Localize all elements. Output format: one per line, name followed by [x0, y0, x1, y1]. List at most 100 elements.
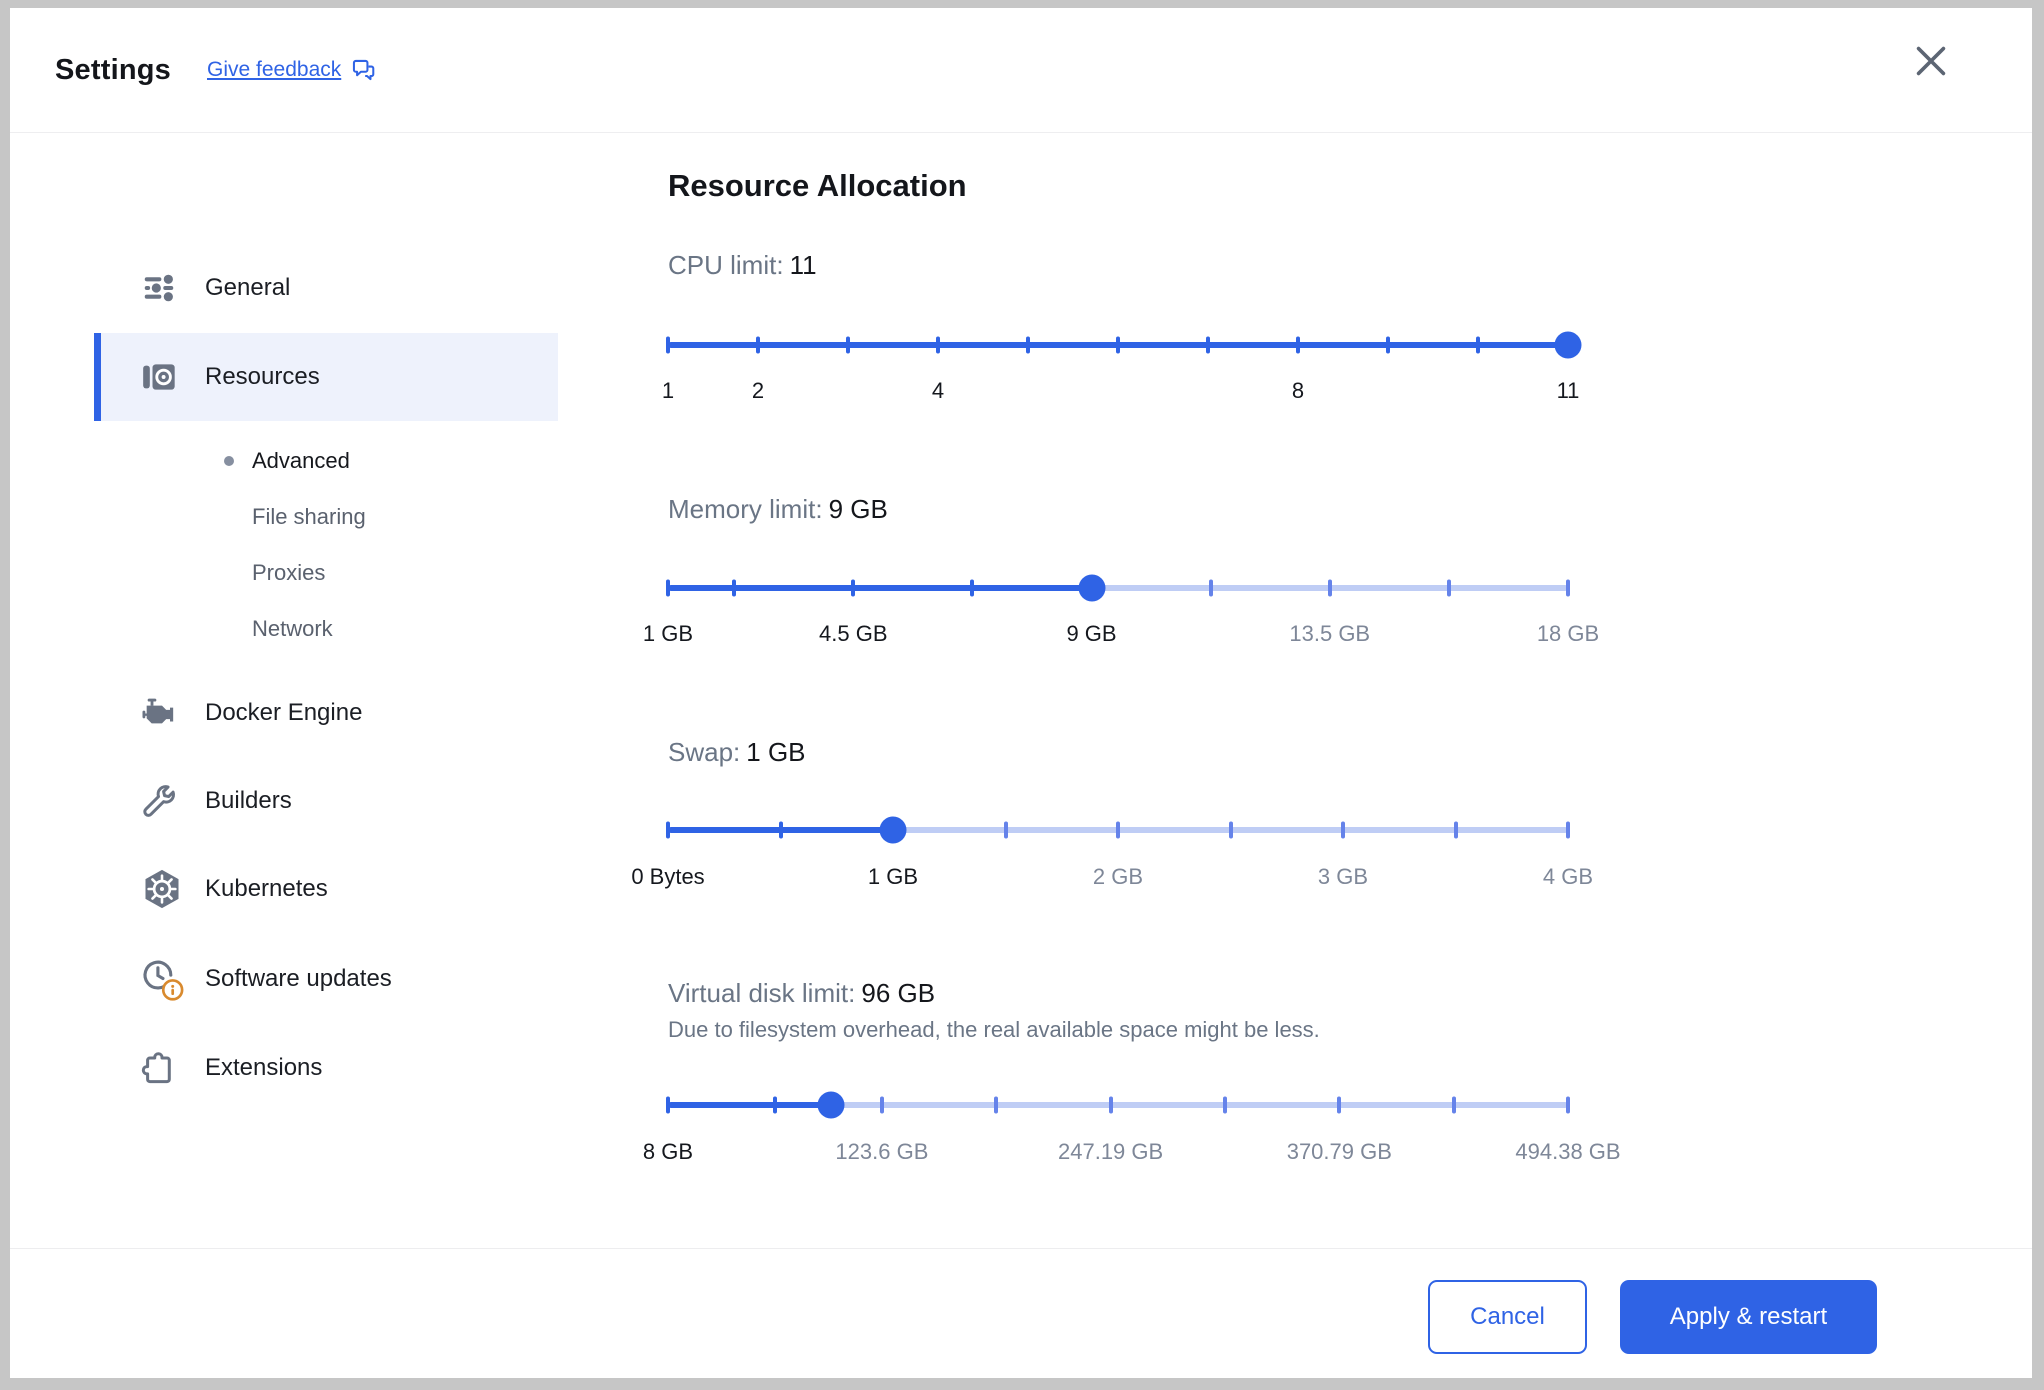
- slider-thumb[interactable]: [1078, 574, 1106, 602]
- slider-mark-label[interactable]: 4.5 GB: [819, 621, 887, 647]
- disk-slider-marks: 8 GB 123.6 GB 247.19 GB 370.79 GB 494.38 GB: [643, 1139, 1621, 1167]
- slider-tick: [1446, 579, 1451, 597]
- engine-icon: [140, 689, 184, 737]
- wrench-icon: [140, 777, 184, 825]
- swap-label: Swap: 1 GB: [668, 737, 806, 767]
- sidebar-subitem-advanced[interactable]: Advanced: [94, 443, 558, 479]
- slider-mark-label[interactable]: 4: [932, 378, 944, 404]
- footer-divider: [10, 1248, 2032, 1249]
- slider-mark-label[interactable]: 13.5 GB: [1289, 621, 1370, 647]
- sidebar-item-resources[interactable]: Resources: [94, 333, 558, 421]
- virtual-disk-slider[interactable]: [666, 1089, 1570, 1121]
- slider-mark-label[interactable]: 494.38 GB: [1515, 1139, 1620, 1165]
- sidebar-item-extensions[interactable]: Extensions: [94, 1044, 558, 1092]
- update-clock-icon: [140, 955, 184, 1003]
- slider-thumb[interactable]: [879, 816, 907, 844]
- resource-allocation-panel: Resource Allocation CPU limit: 11 1 2 4 8 11 …: [631, 133, 1668, 1248]
- slider-mark-label[interactable]: 0 Bytes: [631, 864, 704, 890]
- sidebar-item-label: General: [205, 274, 291, 301]
- slider-tick: [1116, 336, 1120, 354]
- slider-tick: [1566, 1096, 1570, 1114]
- slider-tick: [666, 579, 670, 597]
- slider-tick: [970, 579, 975, 597]
- sidebar-item-label: Docker Engine: [205, 699, 363, 726]
- slider-mark-label[interactable]: 370.79 GB: [1287, 1139, 1392, 1165]
- slider-mark-label[interactable]: 2: [752, 378, 764, 404]
- swap-slider[interactable]: [666, 814, 1570, 846]
- sidebar-subitem-network[interactable]: Network: [94, 611, 558, 647]
- slider-tick: [1222, 1096, 1227, 1114]
- slider-mark-label[interactable]: 123.6 GB: [835, 1139, 928, 1165]
- header: Settings Give feedback: [10, 8, 2032, 133]
- slider-fill: [668, 1102, 831, 1108]
- sidebar-item-label: Software updates: [205, 965, 392, 992]
- section-title: Resource Allocation: [668, 168, 967, 203]
- sidebar-subitem-proxies[interactable]: Proxies: [94, 555, 558, 591]
- settings-window: Settings Give feedback General Resources…: [10, 8, 2032, 1378]
- virtual-disk-limit-value: 96 GB: [861, 978, 936, 1008]
- slider-mark-label[interactable]: 8 GB: [643, 1139, 693, 1165]
- slider-mark-label[interactable]: 1 GB: [868, 864, 918, 890]
- kubernetes-helm-icon: [140, 865, 184, 913]
- apply-restart-button[interactable]: Apply & restart: [1620, 1280, 1877, 1354]
- slider-thumb[interactable]: [817, 1091, 845, 1119]
- sidebar: General Resources Advanced File sharing: [94, 133, 558, 1248]
- slider-tick: [1228, 821, 1233, 839]
- sliders-icon: [140, 264, 184, 312]
- slider-tick: [732, 579, 737, 597]
- slider-mark-label[interactable]: 11: [1557, 378, 1580, 404]
- slider-tick: [1296, 336, 1300, 354]
- slider-mark-label[interactable]: 4 GB: [1543, 864, 1593, 890]
- slider-tick: [994, 1096, 999, 1114]
- memory-limit-value: 9 GB: [828, 494, 888, 524]
- slider-tick: [666, 821, 670, 839]
- slider-tick: [666, 336, 670, 354]
- sidebar-item-software-updates[interactable]: Software updates: [94, 955, 558, 1003]
- slider-tick: [846, 336, 850, 354]
- swap-slider-marks: 0 Bytes 1 GB 2 GB 3 GB 4 GB: [631, 864, 1593, 892]
- slider-tick: [666, 1096, 670, 1114]
- slider-tick: [1341, 821, 1345, 839]
- slider-tick: [1566, 579, 1570, 597]
- cpu-limit-label: CPU limit: 11: [668, 250, 817, 280]
- puzzle-icon: [140, 1044, 184, 1092]
- slider-tick: [772, 1096, 777, 1114]
- sidebar-item-builders[interactable]: Builders: [94, 777, 558, 825]
- slider-mark-label[interactable]: 1: [662, 378, 674, 404]
- sidebar-subitem-file-sharing[interactable]: File sharing: [94, 499, 558, 535]
- cpu-limit-slider[interactable]: [666, 329, 1582, 361]
- slider-mark-label[interactable]: 1 GB: [643, 621, 693, 647]
- slider-mark-label[interactable]: 247.19 GB: [1058, 1139, 1163, 1165]
- sidebar-item-label: Resources: [205, 363, 320, 390]
- slider-mark-label[interactable]: 18 GB: [1537, 621, 1599, 647]
- cpu-limit-value: 11: [789, 250, 817, 280]
- page-title: Settings: [55, 53, 171, 86]
- slider-thumb[interactable]: [1554, 331, 1582, 359]
- resources-meter-icon: [140, 353, 184, 401]
- active-bullet-icon: [224, 456, 234, 466]
- sidebar-item-kubernetes[interactable]: Kubernetes: [94, 865, 558, 913]
- slider-mark-label[interactable]: 8: [1292, 378, 1304, 404]
- cancel-button[interactable]: Cancel: [1428, 1280, 1587, 1354]
- cpu-slider-marks: 1 2 4 8 11: [662, 378, 1580, 406]
- slider-tick: [756, 336, 760, 354]
- slider-tick: [1026, 336, 1030, 354]
- slider-tick: [1453, 821, 1458, 839]
- memory-limit-slider[interactable]: [666, 572, 1570, 604]
- sidebar-item-docker-engine[interactable]: Docker Engine: [94, 689, 558, 737]
- close-icon: [1915, 45, 1947, 77]
- close-button[interactable]: [1908, 38, 1954, 84]
- give-feedback-link[interactable]: Give feedback: [207, 57, 377, 84]
- slider-tick: [1476, 336, 1480, 354]
- slider-tick: [1386, 336, 1390, 354]
- sidebar-item-label: Builders: [205, 787, 292, 814]
- slider-mark-label[interactable]: 2 GB: [1093, 864, 1143, 890]
- memory-limit-label: Memory limit: 9 GB: [668, 494, 888, 524]
- slider-tick: [1337, 1096, 1342, 1114]
- slider-mark-label[interactable]: 9 GB: [1066, 621, 1116, 647]
- sidebar-item-general[interactable]: General: [94, 264, 558, 312]
- feedback-bubbles-icon: [350, 57, 377, 84]
- slider-tick: [936, 336, 940, 354]
- slider-mark-label[interactable]: 3 GB: [1318, 864, 1368, 890]
- memory-slider-marks: 1 GB 4.5 GB 9 GB 13.5 GB 18 GB: [643, 621, 1599, 649]
